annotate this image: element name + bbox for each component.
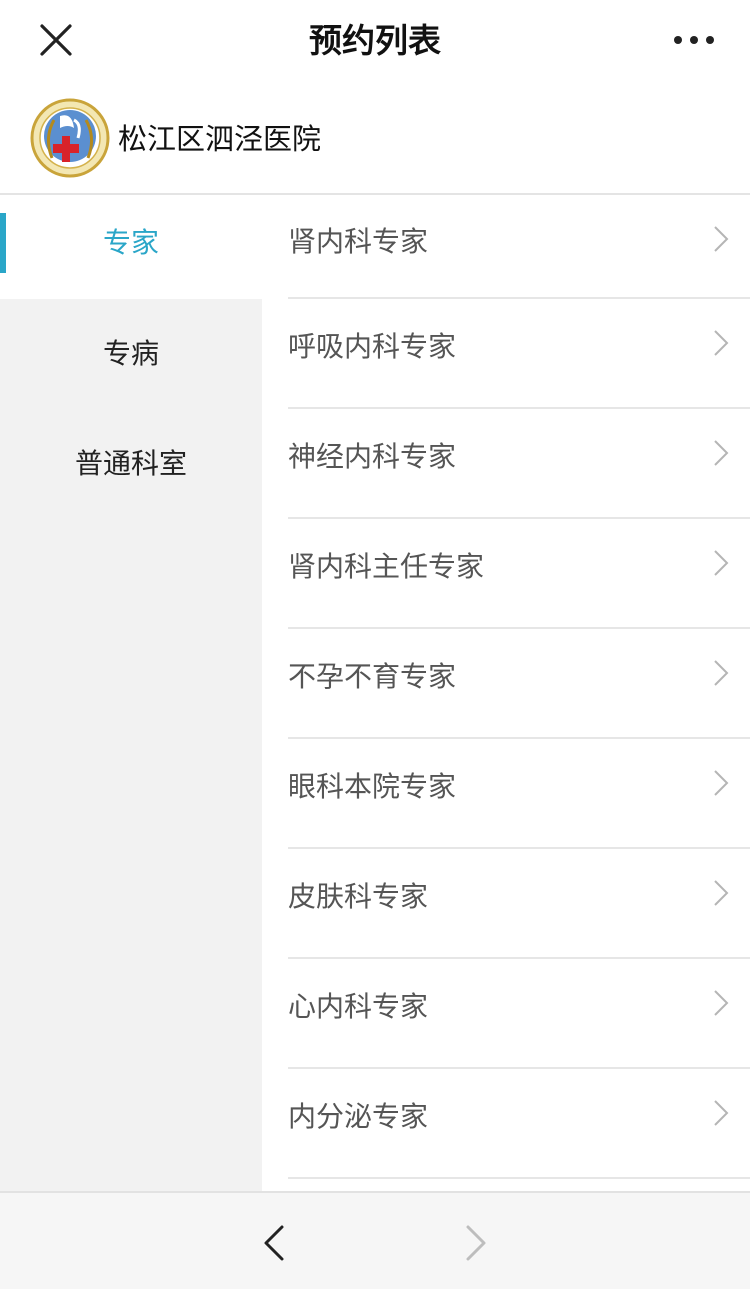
list-item[interactable]: 不孕不育专家 (288, 629, 750, 739)
chevron-right-icon (714, 990, 729, 1016)
sidebar-item-label: 普通科室 (74, 447, 187, 480)
hospital-logo-icon (30, 98, 110, 178)
nav-bar: 预约列表 (0, 0, 750, 82)
department-list: 肾内科专家 呼吸内科专家 神经内科专家 肾内科主任专家 不孕不育专家 眼科本院专… (262, 195, 750, 1191)
hospital-name: 松江区泗泾医院 (118, 122, 322, 156)
list-item[interactable]: 神经内科专家 (288, 409, 750, 519)
list-item[interactable]: 皮肤科专家 (288, 849, 750, 959)
more-dots-icon[interactable] (672, 24, 716, 56)
active-indicator (0, 213, 6, 273)
list-item[interactable]: 肾内科专家 (288, 195, 750, 299)
chevron-right-icon (714, 550, 729, 576)
sidebar-item-label: 专病 (102, 337, 159, 370)
list-item-label: 不孕不育专家 (288, 660, 457, 693)
page-title: 预约列表 (309, 21, 441, 60)
list-item[interactable]: 心内科专家 (288, 959, 750, 1069)
list-item-label: 皮肤科专家 (288, 880, 429, 913)
sidebar-item-label: 专家 (102, 226, 159, 259)
chevron-right-icon (714, 1100, 729, 1126)
list-item[interactable]: 眼科本院专家 (288, 739, 750, 849)
list-item-label: 呼吸内科专家 (288, 330, 457, 363)
main-content: 专家 专病 普通科室 肾内科专家 呼吸内科专家 神经内科专家 肾内科主任专家 不… (0, 195, 750, 1191)
browser-nav-bar (0, 1191, 750, 1289)
sidebar-item-specialty-disease[interactable]: 专病 (0, 299, 262, 409)
list-item-label: 神经内科专家 (288, 440, 457, 473)
chevron-left-icon[interactable] (256, 1221, 292, 1265)
category-sidebar: 专家 专病 普通科室 (0, 195, 262, 1191)
chevron-right-icon (714, 770, 729, 796)
chevron-right-icon (714, 440, 729, 466)
hospital-header: 松江区泗泾医院 (0, 82, 750, 195)
chevron-right-icon[interactable] (458, 1221, 494, 1265)
list-item-label: 肾内科主任专家 (288, 550, 485, 583)
sidebar-item-experts[interactable]: 专家 (0, 195, 262, 299)
chevron-right-icon (714, 660, 729, 686)
list-item-label: 肾内科专家 (288, 225, 429, 258)
list-item-label: 心内科专家 (288, 990, 429, 1023)
list-item[interactable]: 呼吸内科专家 (288, 299, 750, 409)
list-item-label: 眼科本院专家 (288, 770, 457, 803)
list-item[interactable]: 肾内科主任专家 (288, 519, 750, 629)
chevron-right-icon (714, 880, 729, 906)
sidebar-item-general-department[interactable]: 普通科室 (0, 409, 262, 519)
chevron-right-icon (714, 330, 729, 356)
close-icon[interactable] (36, 20, 76, 60)
list-item-label: 内分泌专家 (288, 1100, 429, 1133)
chevron-right-icon (714, 226, 729, 252)
list-item[interactable]: 内分泌专家 (288, 1069, 750, 1179)
